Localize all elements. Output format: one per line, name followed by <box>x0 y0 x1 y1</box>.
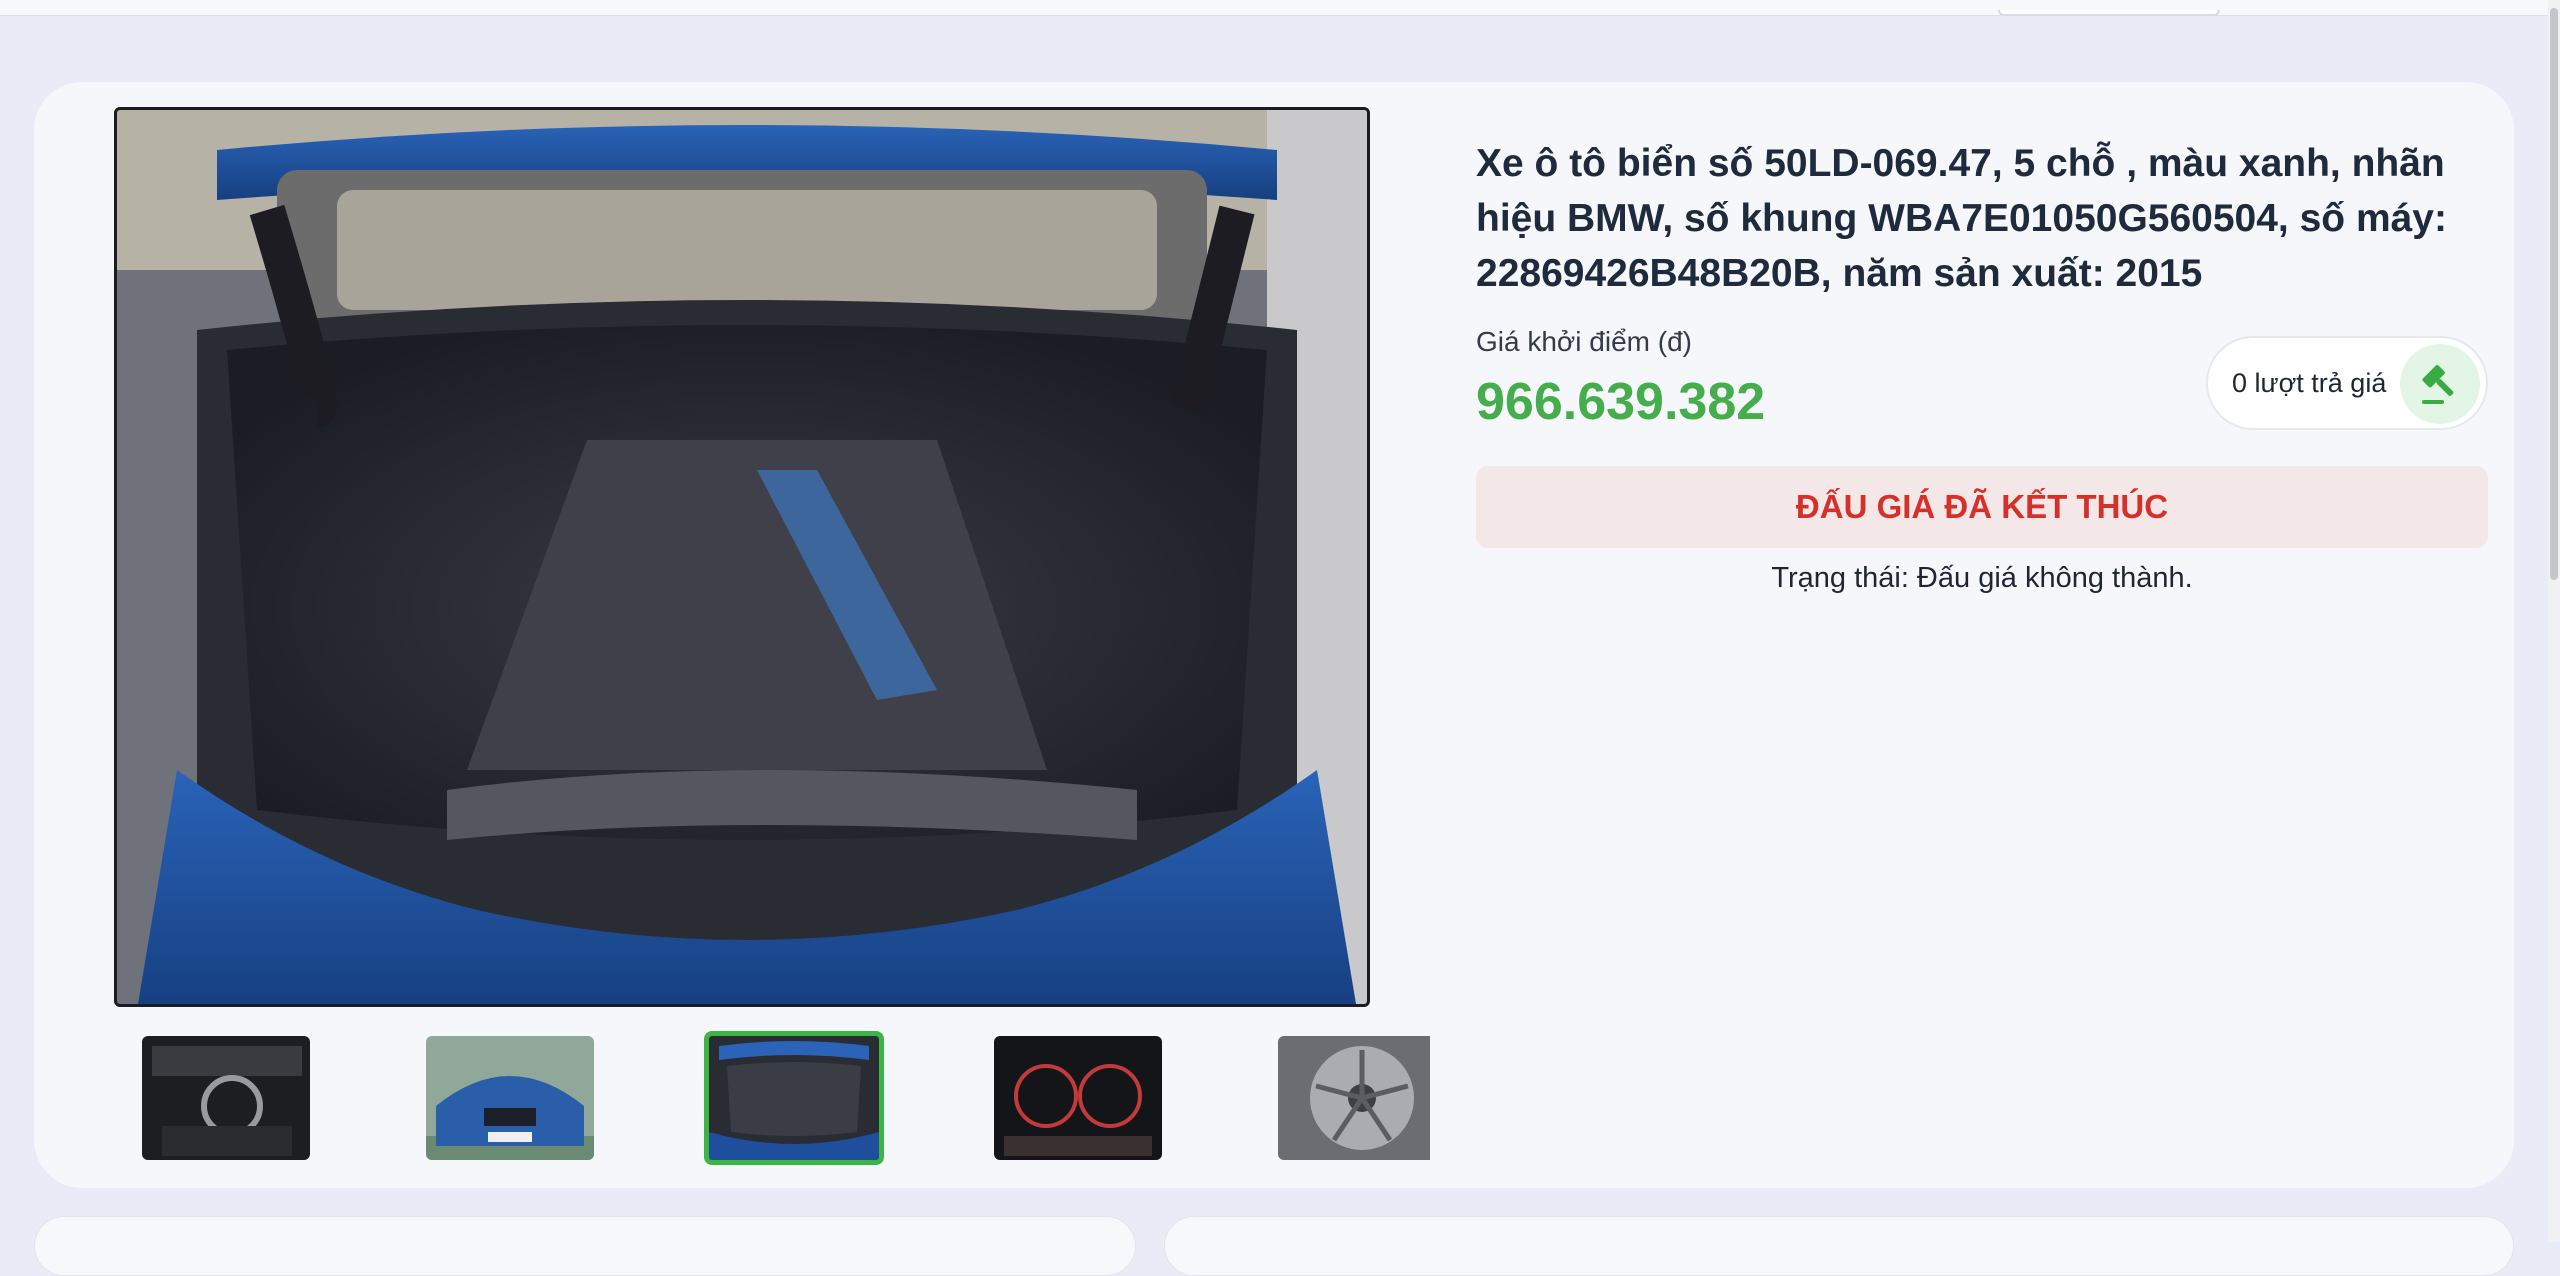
scrollbar-thumb[interactable] <box>2550 8 2558 580</box>
thumbnail-strip <box>114 1030 1430 1170</box>
thumbnail-car-wheel[interactable] <box>1278 1036 1430 1160</box>
bid-count-pill[interactable]: 0 lượt trả giá <box>2206 336 2488 430</box>
car-trunk-thumb-image <box>709 1036 879 1160</box>
starting-price-label: Giá khởi điểm (đ) <box>1476 326 1692 357</box>
thumbnail-car-front[interactable] <box>426 1036 594 1160</box>
top-bar <box>0 0 2548 16</box>
top-bar-tab[interactable] <box>1998 10 2220 16</box>
gavel-icon <box>2400 344 2480 424</box>
starting-price: 966.639.382 <box>1476 373 1766 431</box>
car-front-image <box>426 1036 594 1160</box>
bid-count: 0 lượt trả giá <box>2232 367 2387 398</box>
lower-left-card <box>34 1216 1136 1276</box>
main-photo[interactable] <box>114 107 1370 1007</box>
car-wheel-image <box>1278 1036 1430 1160</box>
listing-title: Xe ô tô biển số 50LD-069.47, 5 chỗ , màu… <box>1476 142 2447 295</box>
car-interior-image <box>142 1036 310 1160</box>
thumbnail-car-trunk[interactable] <box>704 1031 884 1165</box>
thumbnail-car-interior[interactable] <box>142 1036 310 1160</box>
auction-ended-button[interactable]: ĐẤU GIÁ ĐÃ KẾT THÚC <box>1476 466 2488 548</box>
auction-status: Trạng thái: Đấu giá không thành. <box>1771 562 2193 594</box>
car-trunk-image <box>117 110 1367 1004</box>
thumbnail-car-dashboard[interactable] <box>994 1036 1162 1160</box>
car-dashboard-image <box>994 1036 1162 1160</box>
lower-right-card <box>1164 1216 2514 1276</box>
